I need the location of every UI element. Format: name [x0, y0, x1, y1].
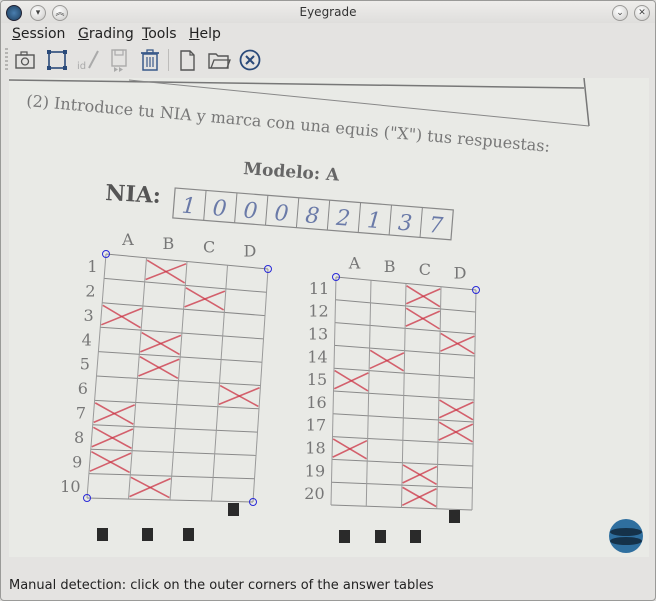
open-folder-icon[interactable] — [207, 48, 231, 72]
row-number: 18 — [305, 439, 325, 458]
menu-help[interactable]: Help — [189, 26, 221, 42]
row-number: 7 — [76, 404, 86, 423]
row-number: 20 — [304, 484, 324, 503]
column-header: D — [454, 263, 467, 282]
row-number: 17 — [306, 416, 326, 435]
menu-tools[interactable]: Tools — [142, 26, 177, 42]
nia-digit: 8 — [304, 203, 320, 229]
manual-detection-icon[interactable] — [45, 48, 69, 72]
nia-digit: 1 — [181, 194, 197, 220]
column-header: B — [163, 234, 175, 253]
row-number: 5 — [80, 355, 90, 374]
title-bar: ▾ ︽ Eyegrade ⌄ ✕ — [1, 1, 655, 23]
column-header: A — [121, 230, 134, 249]
snapshot-camera-icon[interactable] — [13, 48, 37, 72]
row-number: 16 — [306, 393, 326, 412]
nia-digit: 0 — [212, 196, 228, 222]
nia-label: NIA: — [105, 180, 162, 209]
status-message: Manual detection: click on the outer cor… — [9, 578, 434, 593]
toolbar: id — [1, 44, 655, 76]
status-bar: Manual detection: click on the outer cor… — [1, 575, 655, 597]
row-number: 15 — [307, 370, 327, 389]
window-title: Eyegrade — [299, 5, 357, 19]
chevron-down-icon[interactable]: ⌄ — [612, 5, 628, 21]
eyegrade-logo — [609, 519, 643, 553]
row-number: 14 — [307, 347, 327, 366]
row-number: 11 — [309, 279, 329, 298]
registration-mark — [339, 530, 350, 543]
new-session-icon[interactable] — [175, 48, 199, 72]
row-number: 8 — [74, 428, 84, 447]
registration-mark — [97, 528, 108, 541]
registration-mark — [142, 528, 153, 541]
registration-mark — [375, 530, 386, 543]
column-header: B — [384, 257, 396, 276]
row-number: 10 — [60, 477, 80, 496]
column-header: A — [348, 253, 361, 272]
row-number: 6 — [78, 379, 88, 398]
nia-digit: 2 — [334, 206, 351, 232]
nia-digit: 7 — [428, 213, 444, 239]
menu-session[interactable]: Session — [12, 26, 65, 42]
save-and-next-icon[interactable] — [107, 48, 131, 72]
nia-digit: 0 — [243, 198, 259, 224]
toolbar-separator — [168, 49, 169, 71]
camera-view[interactable]: (2) Introduce tu NIA y marca con una equ… — [9, 78, 649, 557]
row-number: 1 — [87, 257, 97, 276]
row-number: 2 — [85, 281, 95, 300]
row-number: 13 — [308, 324, 328, 343]
close-icon[interactable]: ✕ — [634, 5, 650, 21]
menu-grading[interactable]: Grading — [78, 26, 134, 42]
row-number: 4 — [82, 330, 92, 349]
registration-mark — [183, 528, 194, 541]
main-window: ▾ ︽ Eyegrade ⌄ ✕ Session Grading Tools H… — [0, 0, 656, 601]
nia-digit: 1 — [366, 208, 382, 234]
row-number: 12 — [308, 302, 328, 321]
registration-mark — [449, 510, 460, 523]
edit-id-icon[interactable]: id — [77, 48, 101, 72]
column-header: C — [419, 260, 431, 279]
column-header: C — [203, 238, 215, 257]
registration-mark — [410, 530, 421, 543]
nia-digit: 0 — [273, 201, 289, 227]
row-number: 9 — [72, 452, 82, 471]
close-session-icon[interactable] — [238, 48, 262, 72]
row-number: 3 — [84, 306, 94, 325]
menu-bar: Session Grading Tools Help — [1, 23, 655, 44]
discard-trash-icon[interactable] — [138, 48, 162, 72]
nia-digit: 3 — [397, 211, 413, 237]
row-number: 19 — [305, 461, 325, 480]
column-header: D — [243, 242, 256, 261]
registration-mark — [228, 503, 239, 516]
toolbar-grip[interactable] — [5, 48, 8, 72]
svg-text:id: id — [77, 61, 86, 72]
